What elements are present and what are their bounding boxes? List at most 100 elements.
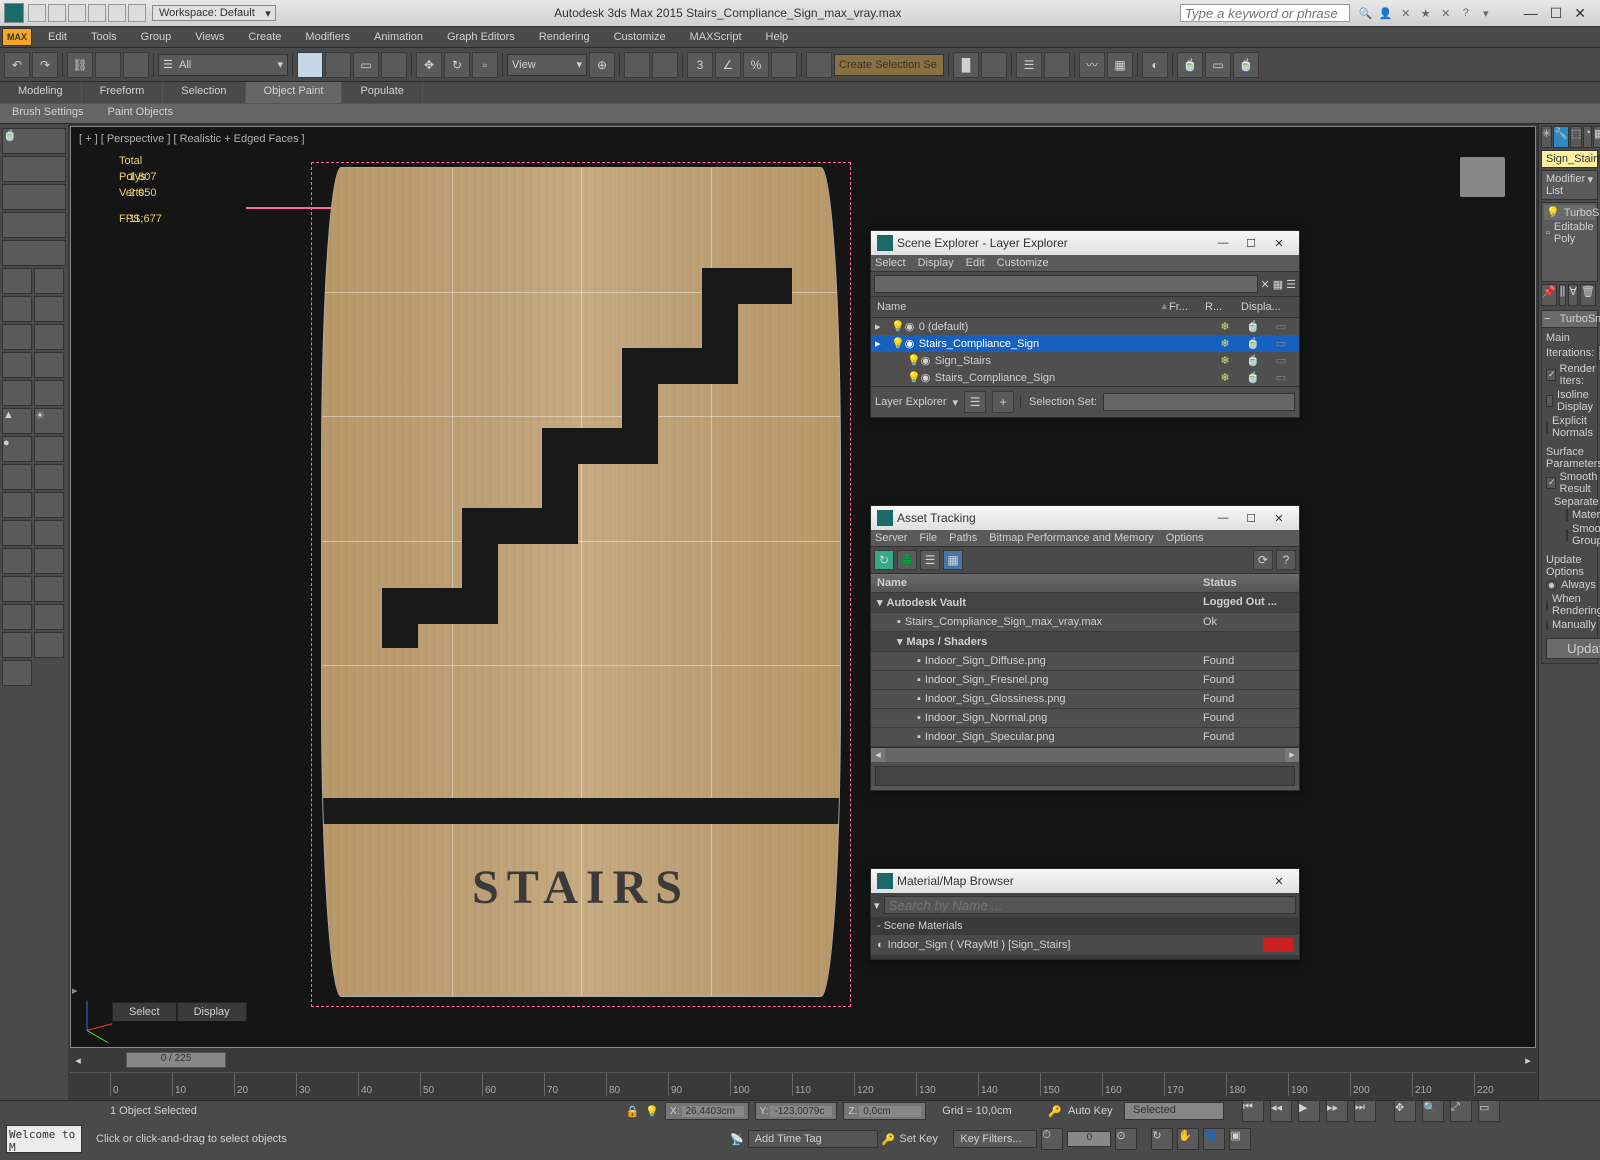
tool-btn-15[interactable] <box>34 436 64 462</box>
viewport[interactable]: [ + ] [ Perspective ] [ Realistic + Edge… <box>70 126 1536 1048</box>
ribbon-tab[interactable]: Selection <box>163 82 245 103</box>
tool-btn-1[interactable] <box>2 156 66 182</box>
tool-btn-7[interactable] <box>2 296 32 322</box>
tool-btn-24[interactable] <box>2 576 32 602</box>
application-button[interactable]: MAX <box>2 28 32 46</box>
ribbon-button[interactable] <box>1044 52 1070 78</box>
tool-btn-20[interactable] <box>2 520 32 546</box>
render-frame-button[interactable]: ▭ <box>1205 52 1231 78</box>
teapot-icon[interactable]: 🍵 <box>2 128 66 154</box>
select-name-button[interactable] <box>325 52 351 78</box>
ribbon-tab[interactable]: Object Paint <box>246 82 343 103</box>
tool-btn-18[interactable] <box>2 492 32 518</box>
asset-row[interactable]: ▪Indoor_Sign_Diffuse.pngFound <box>871 652 1299 671</box>
menu-item[interactable]: Options <box>1166 532 1204 544</box>
create-tab[interactable]: ✳ <box>1541 126 1552 148</box>
menu-item[interactable]: Help <box>754 29 801 45</box>
menu-item[interactable]: Group <box>129 29 184 45</box>
asset-row[interactable]: ▾Maps / Shaders <box>871 632 1299 652</box>
nav-max-button[interactable]: ▣ <box>1229 1128 1251 1150</box>
setkey-button[interactable]: Set Key <box>899 1133 949 1145</box>
asset-row[interactable]: ▪Stairs_Compliance_Sign_max_vray.maxOk <box>871 613 1299 632</box>
layers-icon[interactable]: ☰ <box>1286 278 1296 291</box>
key-mode-button[interactable]: ⊙ <box>1115 1128 1137 1150</box>
asset-row[interactable]: ▪Indoor_Sign_Glossiness.pngFound <box>871 690 1299 709</box>
scene-search-input[interactable] <box>874 275 1258 293</box>
help-search-input[interactable] <box>1180 4 1350 22</box>
menu-item[interactable]: Display <box>918 257 954 269</box>
nav-zoom-button[interactable]: 🔍 <box>1422 1100 1444 1122</box>
always-radio[interactable] <box>1546 580 1557 591</box>
close-icon[interactable]: ✕ <box>1265 237 1293 250</box>
nav-walk-button[interactable]: 👣 <box>1203 1128 1225 1150</box>
tool-btn-29[interactable] <box>34 632 64 658</box>
autokey-button[interactable]: Auto Key <box>1068 1105 1118 1117</box>
save-file-icon[interactable] <box>68 4 86 22</box>
material-browser-window[interactable]: Material/Map Browser✕ ▾ - Scene Material… <box>870 868 1300 960</box>
explorer-tab[interactable]: Display <box>177 1002 247 1021</box>
options-icon[interactable]: ▾ <box>874 899 880 912</box>
tool-btn-11[interactable] <box>2 352 32 378</box>
mirror-button[interactable]: ▐▌ <box>953 52 979 78</box>
percent-snap-button[interactable]: % <box>743 52 769 78</box>
goto-start-button[interactable]: ⏮ <box>1242 1100 1264 1122</box>
tool-btn-8[interactable] <box>34 296 64 322</box>
asset-row[interactable]: ▪Indoor_Sign_Normal.pngFound <box>871 709 1299 728</box>
nav-fov-button[interactable]: ⤢ <box>1450 1100 1472 1122</box>
maximize-icon[interactable]: ☐ <box>1237 512 1265 525</box>
undo-icon[interactable] <box>88 4 106 22</box>
refresh-button[interactable]: ↻ <box>874 550 894 570</box>
menu-item[interactable]: Modifiers <box>293 29 362 45</box>
render-button[interactable]: 🍵 <box>1233 52 1259 78</box>
asset-tracking-window[interactable]: Asset Tracking—☐✕ ServerFilePathsBitmap … <box>870 505 1300 791</box>
menu-item[interactable]: Tools <box>79 29 129 45</box>
layer-row[interactable]: ▸💡◉Stairs_Compliance_Sign❄🍵▭ <box>871 335 1299 352</box>
modifier-item[interactable]: 💡TurboSmooth <box>1544 205 1595 220</box>
prev-frame-button[interactable]: ◂◂ <box>1270 1100 1292 1122</box>
move-button[interactable]: ✥ <box>416 52 442 78</box>
angle-snap-button[interactable]: ∠ <box>715 52 741 78</box>
timeline-end-icon[interactable]: ▸ <box>1520 1054 1536 1067</box>
tool-btn-9[interactable] <box>2 324 32 350</box>
frame-spinner[interactable]: 0 <box>1067 1131 1111 1147</box>
menu-item[interactable]: Customize <box>602 29 678 45</box>
key-mode-dropdown[interactable]: Selected <box>1124 1102 1224 1120</box>
expand-trackbar[interactable]: ▸ <box>72 984 84 996</box>
scene-explorer-window[interactable]: Scene Explorer - Layer Explorer—☐✕ Selec… <box>870 230 1300 418</box>
asset-columns[interactable]: NameStatus <box>871 574 1299 593</box>
close-button[interactable]: ✕ <box>1574 5 1586 22</box>
menu-item[interactable]: Views <box>183 29 236 45</box>
maxscript-listener[interactable]: Welcome to M <box>6 1125 82 1153</box>
favorite-icon[interactable]: ★ <box>1418 5 1434 21</box>
scroll-right[interactable]: ▸ <box>1285 748 1299 762</box>
spinner-snap-button[interactable] <box>771 52 797 78</box>
material-search-input[interactable] <box>884 896 1296 914</box>
select-button[interactable]: ↖ <box>297 52 323 78</box>
workspace-dropdown[interactable]: Workspace: Default <box>152 5 276 21</box>
nav-orbit-button[interactable]: ↻ <box>1151 1128 1173 1150</box>
show-result-button[interactable]: || <box>1559 284 1567 306</box>
close-icon[interactable]: ✕ <box>1265 512 1293 525</box>
display-tab[interactable]: ▦ <box>1593 126 1600 148</box>
dropdown-icon[interactable]: ▾ <box>1478 5 1494 21</box>
tool-btn-13[interactable] <box>2 380 32 406</box>
smooth-result-checkbox[interactable] <box>1546 477 1556 489</box>
pin-stack-button[interactable]: 📌 <box>1541 284 1557 306</box>
menu-item[interactable]: Graph Editors <box>435 29 527 45</box>
tree-view-button[interactable]: 🌲 <box>897 550 917 570</box>
unlink-button[interactable] <box>95 52 121 78</box>
keyboard-button[interactable] <box>652 52 678 78</box>
scale-button[interactable]: ▫ <box>472 52 498 78</box>
menu-item[interactable]: Customize <box>997 257 1049 269</box>
minimize-icon[interactable]: — <box>1209 237 1237 249</box>
tool-btn-10[interactable] <box>34 324 64 350</box>
help-icon[interactable]: ? <box>1458 5 1474 21</box>
refcoord-dropdown[interactable]: View▾ <box>507 54 587 76</box>
explicit-checkbox[interactable] <box>1546 421 1548 433</box>
add-to-layer-button[interactable]: + <box>992 391 1014 413</box>
tool-btn-27[interactable] <box>34 604 64 630</box>
asset-row[interactable]: ▪Indoor_Sign_Fresnel.pngFound <box>871 671 1299 690</box>
undo-button[interactable]: ↶ <box>4 52 30 78</box>
clear-icon[interactable]: ✕ <box>1261 278 1270 291</box>
named-selset-dropdown[interactable]: Create Selection Se <box>834 54 944 76</box>
